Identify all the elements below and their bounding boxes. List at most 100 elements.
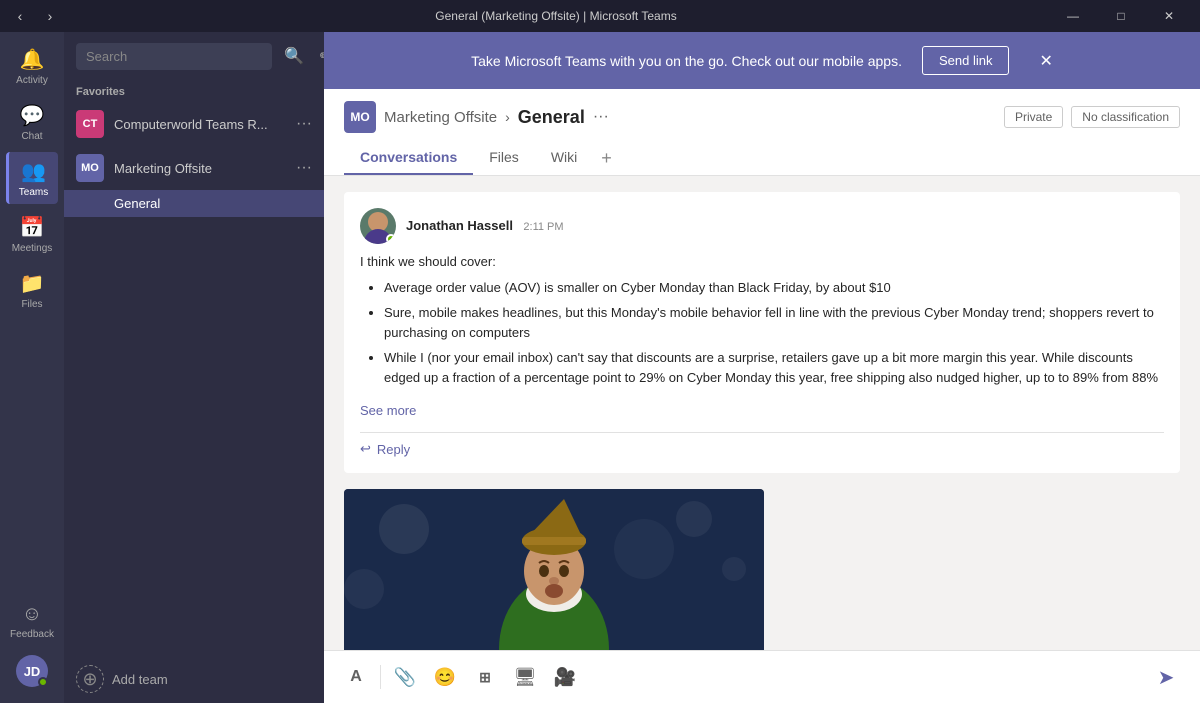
close-button[interactable]: ✕	[1146, 0, 1192, 32]
video-button[interactable]: 🎥	[549, 661, 581, 693]
channel-tabs: Conversations Files Wiki +	[344, 141, 1180, 175]
message-body: I think we should cover: Average order v…	[360, 252, 1164, 387]
reply-arrow-icon: ↩	[360, 441, 371, 457]
bullet-1: Average order value (AOV) is smaller on …	[384, 278, 1164, 298]
team-avatar-mo: MO	[76, 154, 104, 182]
files-label: Files	[21, 299, 42, 310]
tab-wiki[interactable]: Wiki	[535, 141, 593, 175]
left-nav: 🔔 Activity 💬 Chat 👥 Teams 📅 Meetings 📁 F…	[0, 32, 64, 703]
banner-close-button[interactable]: ✕	[1039, 51, 1052, 71]
add-tab-button[interactable]: +	[593, 144, 620, 173]
send-link-button[interactable]: Send link	[922, 46, 1009, 75]
message-avatar	[360, 208, 396, 244]
channel-name: General	[518, 107, 585, 128]
channel-header-top: MO Marketing Offsite › General ··· Priva…	[344, 101, 1180, 133]
message-header: Jonathan Hassell 2:11 PM	[360, 208, 1164, 244]
search-icon-btn[interactable]: 🔍	[280, 42, 308, 70]
attach-button[interactable]: 📎	[389, 661, 421, 693]
meme-image: YOU SIT ON A THRONE OF LIES.	[344, 489, 764, 650]
send-button[interactable]: ➤	[1148, 659, 1184, 695]
meetings-label: Meetings	[12, 243, 53, 254]
compose-bar: A 📎 😊 ⊞ 🖥 🎥 ➤	[324, 650, 1200, 703]
tab-files[interactable]: Files	[473, 141, 535, 175]
online-indicator	[38, 677, 48, 687]
add-team-label: Add team	[112, 672, 168, 687]
search-container: 🔍 ✏	[64, 32, 324, 80]
activity-icon: 🔔	[20, 47, 45, 72]
channel-header: MO Marketing Offsite › General ··· Priva…	[324, 89, 1200, 176]
team-more-mo[interactable]: ···	[296, 159, 312, 177]
user-avatar[interactable]: JD	[16, 655, 48, 687]
app-body: 🔔 Activity 💬 Chat 👥 Teams 📅 Meetings 📁 F…	[0, 32, 1200, 703]
nav-item-feedback[interactable]: ☺ Feedback	[6, 595, 58, 647]
add-team-icon: ⊕	[76, 665, 104, 693]
search-input[interactable]	[76, 43, 272, 70]
teams-label: Teams	[19, 187, 48, 198]
team-avatar-ct: CT	[76, 110, 104, 138]
activity-label: Activity	[16, 75, 48, 86]
nav-item-chat[interactable]: 💬 Chat	[6, 96, 58, 148]
message-sender: Jonathan Hassell	[406, 218, 513, 233]
nav-item-teams[interactable]: 👥 Teams	[6, 152, 58, 204]
breadcrumb-arrow: ›	[505, 109, 510, 125]
team-name-ct: Computerworld Teams R...	[114, 117, 286, 132]
channel-item-general[interactable]: General	[64, 190, 324, 217]
forward-button[interactable]: ›	[38, 4, 62, 28]
maximize-button[interactable]: □	[1098, 0, 1144, 32]
nav-back-forward: ‹ ›	[8, 4, 62, 28]
teams-icon: 👥	[21, 159, 46, 184]
message-intro: I think we should cover:	[360, 252, 1164, 272]
bullet-3: While I (nor your email inbox) can't say…	[384, 348, 1164, 387]
back-button[interactable]: ‹	[8, 4, 32, 28]
nav-item-files[interactable]: 📁 Files	[6, 264, 58, 316]
banner-text: Take Microsoft Teams with you on the go.…	[471, 53, 902, 69]
message-bullets: Average order value (AOV) is smaller on …	[360, 278, 1164, 388]
sidebar-spacer	[64, 217, 324, 655]
format-button[interactable]: A	[340, 661, 372, 693]
title-bar: ‹ › General (Marketing Offsite) | Micros…	[0, 0, 1200, 32]
reply-button[interactable]: ↩ Reply	[360, 432, 1164, 457]
team-name-mo: Marketing Offsite	[114, 161, 286, 176]
channel-badges: Private No classification	[1004, 106, 1180, 128]
nav-item-meetings[interactable]: 📅 Meetings	[6, 208, 58, 260]
chat-icon: 💬	[20, 103, 45, 128]
badge-classification[interactable]: No classification	[1071, 106, 1180, 128]
chat-label: Chat	[21, 131, 42, 142]
giphy-button[interactable]: ⊞	[469, 661, 501, 693]
tab-conversations[interactable]: Conversations	[344, 141, 473, 175]
minimize-button[interactable]: —	[1050, 0, 1096, 32]
banner: Take Microsoft Teams with you on the go.…	[324, 32, 1200, 89]
sticker-button[interactable]: 🖥	[509, 661, 541, 693]
main-content: Take Microsoft Teams with you on the go.…	[324, 32, 1200, 703]
compose-tools: A 📎 😊 ⊞ 🖥 🎥	[340, 661, 581, 693]
window-controls: — □ ✕	[1050, 0, 1192, 32]
message-time: 2:11 PM	[523, 221, 563, 233]
window-title: General (Marketing Offsite) | Microsoft …	[62, 9, 1050, 23]
meme-card: YOU SIT ON A THRONE OF LIES.	[344, 489, 1180, 650]
badge-private[interactable]: Private	[1004, 106, 1063, 128]
team-item-ct[interactable]: CT Computerworld Teams R... ···	[64, 102, 324, 146]
team-more-ct[interactable]: ···	[296, 115, 312, 133]
message-meta: Jonathan Hassell 2:11 PM	[406, 217, 564, 235]
feedback-label: Feedback	[10, 629, 54, 640]
compose-divider	[380, 665, 381, 689]
sidebar: 🔍 ✏ Favorites CT Computerworld Teams R..…	[64, 32, 324, 703]
channel-team-name: Marketing Offsite	[384, 109, 497, 126]
reply-label: Reply	[377, 442, 410, 457]
send-icon: ➤	[1158, 665, 1175, 690]
see-more-link[interactable]: See more	[360, 403, 416, 418]
nav-item-activity[interactable]: 🔔 Activity	[6, 40, 58, 92]
breadcrumb: MO Marketing Offsite › General ···	[344, 101, 609, 133]
add-team-button[interactable]: ⊕ Add team	[64, 655, 324, 703]
channel-more-button[interactable]: ···	[593, 108, 609, 126]
bullet-2: Sure, mobile makes headlines, but this M…	[384, 303, 1164, 342]
team-item-mo[interactable]: MO Marketing Offsite ···	[64, 146, 324, 190]
message-card: Jonathan Hassell 2:11 PM I think we shou…	[344, 192, 1180, 473]
channel-team-avatar: MO	[344, 101, 376, 133]
avatar-initials: JD	[24, 664, 41, 679]
feedback-icon: ☺	[22, 603, 42, 626]
favorites-label: Favorites	[64, 80, 324, 102]
files-icon: 📁	[20, 271, 45, 296]
meetings-icon: 📅	[20, 215, 45, 240]
emoji-button[interactable]: 😊	[429, 661, 461, 693]
